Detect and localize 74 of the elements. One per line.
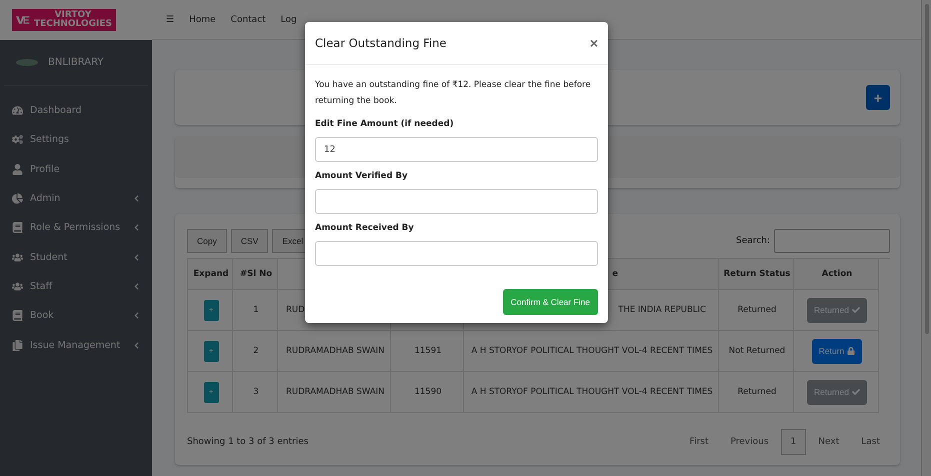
table-cell: RUDRAMADHAB SWAIN bbox=[278, 331, 391, 372]
sidebar-item[interactable]: Staff bbox=[0, 272, 152, 302]
users-icon bbox=[12, 280, 23, 292]
chevron-icon bbox=[133, 312, 140, 320]
book-icon bbox=[12, 310, 23, 322]
close-button[interactable]: × bbox=[590, 35, 598, 51]
export-button[interactable]: Copy bbox=[187, 229, 227, 253]
sidebar-item[interactable]: Student bbox=[0, 242, 152, 272]
table-cell: A H STORYOF POLITICAL THOUGHT VOL-4 RECENT TIMES bbox=[464, 331, 719, 372]
logo-text: TECHNOLOGIES bbox=[34, 20, 112, 29]
logo-text: VIRTOY bbox=[54, 11, 92, 20]
user-icon bbox=[12, 164, 23, 175]
table-cell: Not Returned bbox=[719, 331, 794, 372]
gears-icon bbox=[12, 134, 23, 146]
table-info: Showing 1 to 3 of 3 entries bbox=[187, 437, 308, 447]
confirm-button[interactable]: Confirm & Clear Fine bbox=[502, 289, 598, 315]
field-label: Amount Verified By bbox=[315, 171, 409, 181]
users-icon bbox=[12, 252, 23, 263]
table-cell: 2 bbox=[233, 331, 278, 372]
table-cell: 1 bbox=[233, 290, 278, 331]
documents-icon bbox=[12, 340, 23, 351]
chevron-icon bbox=[133, 342, 140, 349]
input-field[interactable]: 12 bbox=[315, 137, 598, 162]
check-icon bbox=[852, 388, 860, 396]
lock-icon bbox=[847, 347, 856, 355]
table-cell: Returned bbox=[719, 290, 794, 331]
column-header[interactable]: #Sl No bbox=[233, 259, 278, 290]
book-icon bbox=[12, 222, 23, 234]
sidebar-item[interactable]: Issue Management bbox=[0, 330, 152, 360]
table-cell: 11590 bbox=[391, 372, 464, 413]
table-cell: RUDRAMADHAB SWAIN bbox=[278, 372, 391, 413]
chevron-icon bbox=[133, 195, 140, 202]
column-header[interactable]: Action bbox=[794, 259, 879, 290]
gauge-icon bbox=[12, 105, 23, 116]
sidebar-item[interactable]: Role & Permissions bbox=[0, 213, 152, 242]
page-link[interactable]: Last bbox=[851, 429, 890, 455]
column-header[interactable]: Expand bbox=[188, 259, 233, 290]
field-label: Edit Fine Amount (if needed) bbox=[315, 119, 455, 129]
table-cell: A H STORYOF POLITICAL THOUGHT VOL-4 RECENT TIMES bbox=[464, 372, 719, 413]
page-link[interactable]: Previous bbox=[720, 429, 779, 455]
table-cell: 11591 bbox=[391, 331, 464, 372]
chevron-icon bbox=[133, 224, 140, 232]
sidebar-item[interactable]: Profile bbox=[0, 154, 152, 184]
check-icon bbox=[852, 306, 860, 314]
input-field[interactable] bbox=[315, 241, 598, 266]
fine-message: You have an outstanding fine of ₹12. Please clear the fine before returning the book. bbox=[315, 79, 592, 108]
logo-icon bbox=[16, 13, 30, 27]
table-cell: Returned bbox=[719, 372, 794, 413]
column-header[interactable]: Return Status bbox=[719, 259, 794, 290]
modal-title: Clear Outstanding Fine bbox=[315, 36, 446, 50]
page-link[interactable]: 1 bbox=[780, 429, 806, 455]
chevron-icon bbox=[133, 254, 140, 261]
pie-chart-icon bbox=[12, 193, 23, 204]
brand-name: BNLIBRARY bbox=[48, 57, 104, 68]
table-cell: 3 bbox=[233, 372, 278, 413]
sidebar-item[interactable]: Dashboard bbox=[0, 96, 152, 126]
search-label: Search: bbox=[736, 236, 770, 246]
search-field[interactable] bbox=[774, 229, 890, 253]
page-link[interactable]: Next bbox=[808, 429, 850, 455]
sidebar-item[interactable]: Book bbox=[0, 301, 152, 330]
nav-link[interactable]: Contact bbox=[230, 14, 266, 24]
add-button[interactable]: + bbox=[866, 85, 890, 110]
sidebar-item[interactable]: Admin bbox=[0, 184, 152, 214]
sidebar-item[interactable]: Settings bbox=[0, 125, 152, 155]
input-field[interactable] bbox=[315, 189, 598, 214]
nav-link[interactable]: Home bbox=[189, 14, 216, 24]
chevron-icon bbox=[133, 282, 140, 290]
page-link[interactable]: First bbox=[680, 429, 718, 455]
menu-toggle[interactable]: ☰ bbox=[166, 14, 174, 24]
nav-link[interactable]: Log bbox=[280, 14, 297, 24]
brand-icon bbox=[16, 59, 38, 66]
return-button[interactable]: Return bbox=[812, 338, 862, 364]
field-label: Amount Received By bbox=[315, 223, 415, 233]
export-button[interactable]: CSV bbox=[230, 229, 268, 253]
